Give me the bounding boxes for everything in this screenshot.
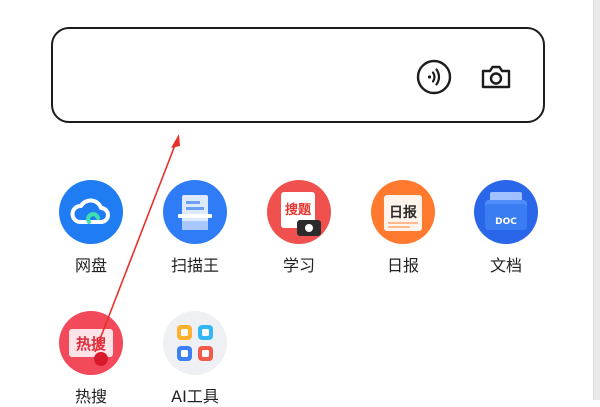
app-docs[interactable]: DOC 文档	[461, 180, 551, 276]
search-input[interactable]	[73, 53, 397, 99]
doc-folder-icon: DOC	[474, 180, 538, 244]
app-badge-text: DOC	[495, 217, 517, 227]
app-badge-text: 日报	[389, 205, 417, 221]
app-scanner[interactable]: 扫描王	[150, 180, 240, 276]
voice-wave-icon	[416, 59, 452, 95]
scanner-icon	[163, 180, 227, 244]
app-label: 学习	[282, 256, 315, 275]
camera-search-button[interactable]	[477, 58, 515, 96]
app-study[interactable]: 搜题 学习	[254, 180, 344, 276]
voice-search-button[interactable]	[415, 58, 453, 96]
search-question-icon: 搜题	[267, 180, 331, 244]
app-label: 扫描王	[170, 256, 219, 275]
app-label: AI工具	[171, 387, 219, 406]
newspaper-icon: 日报	[371, 180, 435, 244]
app-label: 网盘	[74, 256, 107, 275]
camera-icon	[481, 65, 511, 89]
app-label: 日报	[386, 256, 419, 275]
window-scrollbar[interactable]	[593, 0, 600, 400]
app-badge-text: 搜题	[285, 202, 312, 218]
app-aitools[interactable]: AI工具	[150, 311, 240, 407]
app-netdisk[interactable]: 网盘	[46, 180, 136, 276]
search-box[interactable]	[51, 27, 545, 123]
app-label: 热搜	[74, 387, 107, 406]
ai-tools-icon	[163, 311, 227, 375]
app-daily[interactable]: 日报 日报	[358, 180, 448, 276]
app-label: 文档	[489, 256, 522, 275]
app-hotsearch[interactable]: 热搜 热搜	[46, 311, 136, 407]
app-badge-text: 热搜	[76, 335, 107, 353]
hot-search-icon: 热搜	[59, 311, 123, 375]
cloud-drive-icon	[59, 180, 123, 244]
